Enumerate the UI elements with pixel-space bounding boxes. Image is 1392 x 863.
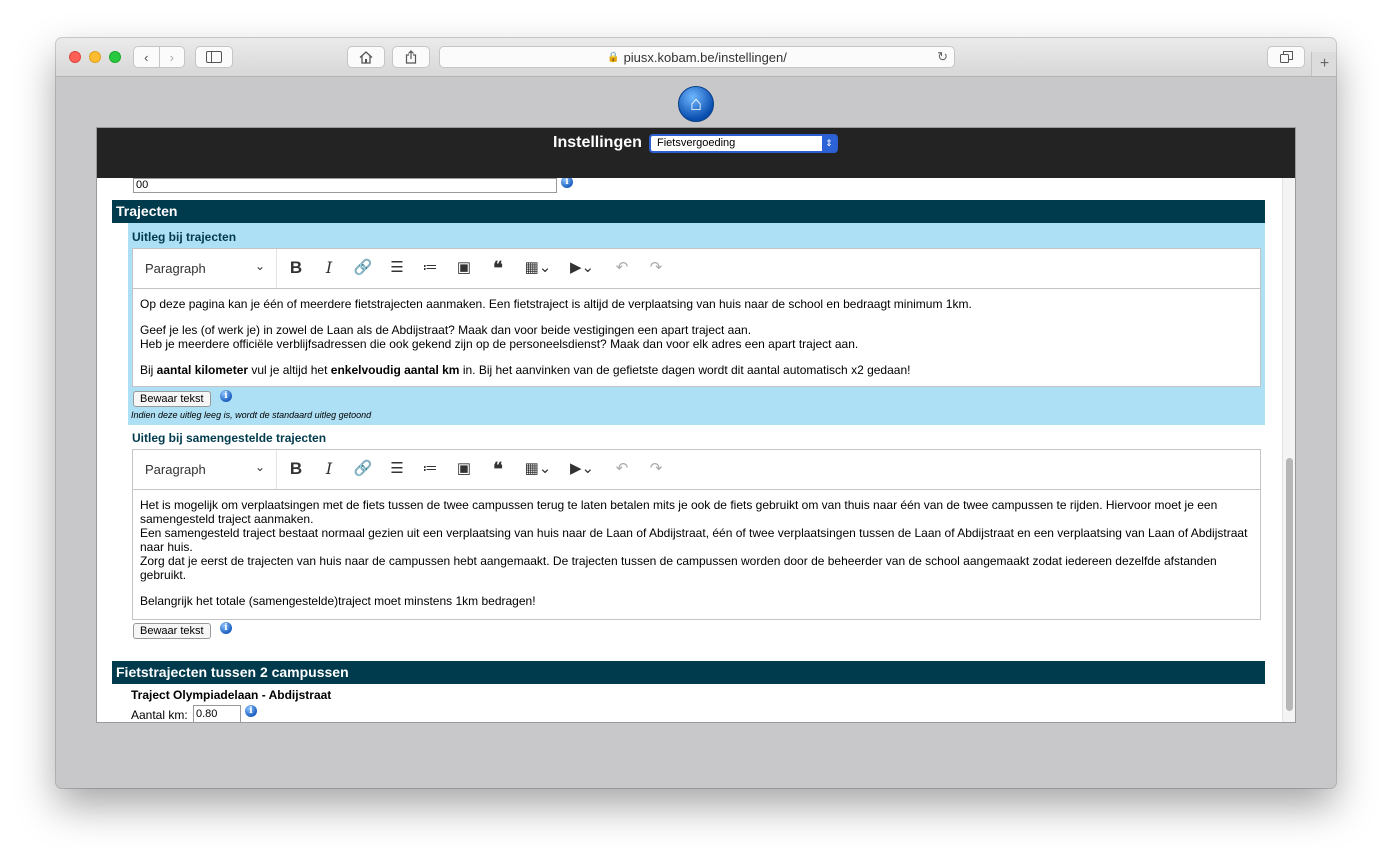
samengesteld-editor: Paragraph ⌄ B I 🔗 ☰ ≔ ▣ ❝ ▦⌄ ▶⌄ ↶ ↷ Het — [132, 449, 1261, 620]
home-button[interactable] — [347, 46, 385, 68]
new-tab-button[interactable]: + — [1311, 52, 1336, 76]
redo-icon[interactable]: ↷ — [645, 258, 667, 278]
redo-icon[interactable]: ↷ — [645, 459, 667, 479]
sidebar-icon — [206, 51, 222, 63]
paragraph-style-dropdown[interactable]: Paragraph — [145, 261, 206, 276]
media-embed-icon[interactable]: ▶⌄ — [565, 459, 599, 479]
samengesteld-editor-body[interactable]: Het is mogelijk om verplaatsingen met de… — [133, 490, 1260, 616]
bold-icon[interactable]: B — [286, 258, 306, 278]
uitleg-editor-body[interactable]: Op deze pagina kan je één of meerdere fi… — [133, 289, 1260, 385]
chevron-down-icon[interactable]: ⌄ — [255, 460, 265, 474]
undo-icon[interactable]: ↶ — [611, 459, 633, 479]
settings-content: 00 i Trajecten Uitleg bij trajecten Para… — [97, 178, 1282, 722]
section-campussen-header: Fietstrajecten tussen 2 campussen — [112, 661, 1265, 684]
page-scrollbar[interactable] — [1282, 178, 1295, 722]
select-arrows-icon: ⇕ — [822, 136, 836, 151]
tab-overview-button[interactable] — [1267, 46, 1305, 68]
km-label: Aantal km: — [131, 708, 188, 722]
traject-title: Traject Olympiadelaan - Abdijstraat — [131, 688, 332, 702]
samengesteld-line-2: Een samengesteld traject bestaat normaal… — [140, 526, 1248, 554]
p3-bold-2: enkelvoudig aantal km — [330, 363, 460, 377]
uitleg-line-2b: Heb je meerdere officiële verblijfsadres… — [140, 337, 859, 351]
info-icon[interactable]: i — [220, 622, 232, 634]
uitleg-hint: Indien deze uitleg leeg is, wordt de sta… — [131, 410, 372, 420]
bulleted-list-icon[interactable]: ☰ — [386, 459, 408, 479]
km-input[interactable]: 0.80 — [193, 705, 241, 722]
italic-icon[interactable]: I — [319, 258, 339, 278]
p3-post: in. Bij het aanvinken van de gefietste d… — [459, 363, 911, 377]
uitleg-label: Uitleg bij trajecten — [132, 230, 237, 244]
bold-icon[interactable]: B — [286, 459, 306, 479]
link-icon[interactable]: 🔗 — [352, 258, 374, 278]
uitleg-editor: Paragraph ⌄ B I 🔗 ☰ ≔ ▣ ❝ ▦⌄ ▶⌄ ↶ ↷ Op d — [132, 248, 1261, 387]
close-window-button[interactable] — [69, 51, 81, 63]
paragraph-style-dropdown[interactable]: Paragraph — [145, 462, 206, 477]
editor-toolbar: Paragraph ⌄ B I 🔗 ☰ ≔ ▣ ❝ ▦⌄ ▶⌄ ↶ ↷ — [133, 450, 1260, 490]
browser-window: ‹ › 🔒 piusx.kobam.be/instellingen/ ↻ + ⌂… — [56, 38, 1336, 788]
forward-icon[interactable]: › — [160, 50, 185, 65]
minimize-window-button[interactable] — [89, 51, 101, 63]
samengesteld-paragraph-2: Belangrijk het totale (samengestelde)tra… — [140, 594, 536, 608]
undo-icon[interactable]: ↶ — [611, 258, 633, 278]
media-embed-icon[interactable]: ▶⌄ — [565, 258, 599, 278]
page-header: Instellingen Fietsvergoeding ⇕ — [97, 128, 1295, 178]
samengesteld-paragraph-1: Het is mogelijk om verplaatsingen met de… — [140, 498, 1253, 582]
save-samengesteld-button[interactable]: Bewaar tekst — [133, 623, 211, 639]
p3-bold-1: aantal kilometer — [156, 363, 249, 377]
browser-toolbar: ‹ › 🔒 piusx.kobam.be/instellingen/ ↻ + — [56, 38, 1336, 77]
share-button[interactable] — [392, 46, 430, 68]
top-value-field[interactable]: 00 — [133, 178, 557, 193]
chevron-down-icon[interactable]: ⌄ — [255, 259, 265, 273]
blockquote-icon[interactable]: ❝ — [487, 258, 509, 278]
table-icon[interactable]: ▦⌄ — [521, 258, 555, 278]
scrollbar-thumb[interactable] — [1286, 458, 1293, 711]
numbered-list-icon[interactable]: ≔ — [419, 459, 441, 479]
back-forward-group: ‹ › — [133, 46, 185, 68]
samengesteld-line-1: Het is mogelijk om verplaatsingen met de… — [140, 498, 1218, 526]
image-icon[interactable]: ▣ — [453, 459, 475, 479]
address-bar[interactable]: 🔒 piusx.kobam.be/instellingen/ ↻ — [439, 46, 955, 68]
reload-icon[interactable]: ↻ — [937, 49, 948, 65]
settings-category-select[interactable]: Fietsvergoeding ⇕ — [649, 134, 838, 153]
bulleted-list-icon[interactable]: ☰ — [386, 258, 408, 278]
page-title: Instellingen — [553, 134, 642, 151]
save-uitleg-button[interactable]: Bewaar tekst — [133, 391, 211, 407]
italic-icon[interactable]: I — [319, 459, 339, 479]
link-icon[interactable]: 🔗 — [352, 459, 374, 479]
url-text: piusx.kobam.be/instellingen/ — [623, 49, 787, 65]
info-icon[interactable]: i — [245, 705, 257, 717]
zoom-window-button[interactable] — [109, 51, 121, 63]
numbered-list-icon[interactable]: ≔ — [419, 258, 441, 278]
image-icon[interactable]: ▣ — [453, 258, 475, 278]
site-home-icon[interactable]: ⌂ — [678, 86, 714, 122]
back-icon[interactable]: ‹ — [134, 50, 159, 65]
lock-icon: 🔒 — [607, 51, 620, 63]
samengesteld-line-3: Zorg dat je eerst de trajecten van huis … — [140, 554, 1217, 582]
blockquote-icon[interactable]: ❝ — [487, 459, 509, 479]
uitleg-paragraph-3: Bij aantal kilometer vul je altijd het e… — [140, 363, 1253, 377]
house-icon — [359, 50, 373, 64]
info-icon[interactable]: i — [220, 390, 232, 402]
uitleg-paragraph-2: Geef je les (of werk je) in zowel de Laa… — [140, 323, 1253, 351]
sidebar-toggle-button[interactable] — [195, 46, 233, 68]
p3-pre: Bij — [140, 363, 157, 377]
table-icon[interactable]: ▦⌄ — [521, 459, 555, 479]
section-trajecten-header: Trajecten — [112, 200, 1265, 223]
settings-category-value: Fietsvergoeding — [657, 137, 736, 149]
info-icon[interactable]: i — [561, 178, 573, 188]
page-frame: Instellingen Fietsvergoeding ⇕ 00 i Traj… — [96, 127, 1296, 723]
share-icon — [405, 50, 417, 64]
editor-toolbar: Paragraph ⌄ B I 🔗 ☰ ≔ ▣ ❝ ▦⌄ ▶⌄ ↶ ↷ — [133, 249, 1260, 289]
tabs-icon — [1279, 51, 1293, 63]
uitleg-line-2a: Geef je les (of werk je) in zowel de Laa… — [140, 323, 752, 337]
p3-mid: vul je altijd het — [248, 363, 331, 377]
samengesteld-label: Uitleg bij samengestelde trajecten — [132, 431, 327, 445]
uitleg-paragraph-1: Op deze pagina kan je één of meerdere fi… — [140, 297, 972, 311]
